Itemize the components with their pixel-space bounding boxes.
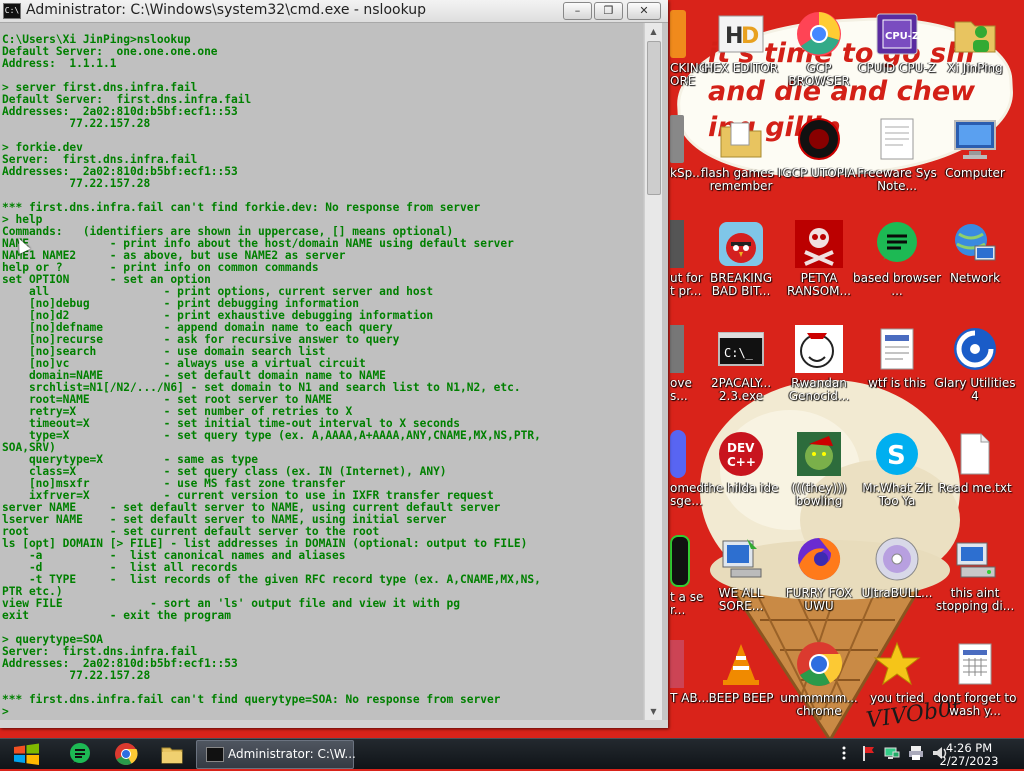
skype-icon: S — [873, 430, 921, 478]
windows-logo-icon — [14, 743, 39, 765]
desktop-icon-network[interactable]: Network — [930, 212, 1020, 308]
devcpp-icon: DEV C++ — [717, 430, 765, 478]
clock-time[interactable]: 4:26 PM — [928, 741, 1010, 755]
desktop-icon-wtf-is-this[interactable]: wtf is this — [852, 317, 942, 413]
chromium-browser-icon — [795, 10, 843, 58]
network-icon — [951, 220, 999, 268]
window-bottom-border — [0, 720, 668, 728]
start-button[interactable] — [8, 741, 44, 767]
desktop-icon-gcp-browser[interactable]: GCP BROWSER — [774, 2, 864, 98]
partial-app-icon — [670, 115, 684, 163]
vertical-scrollbar[interactable]: ▲ ▼ — [644, 23, 662, 720]
maximize-button[interactable]: ❐ — [594, 2, 623, 20]
desktop-icon-gcp-utopia[interactable]: GCP UTOPIA — [774, 107, 864, 203]
cmd-icon[interactable]: C:\ — [3, 3, 21, 19]
taskbar-cmd-task[interactable]: Administrator: C:\W... — [196, 740, 356, 769]
document-icon — [873, 325, 921, 373]
desktop-icon-freeware-sys-note[interactable]: Freeware Sys Note... — [852, 107, 942, 203]
printer-icon[interactable] — [908, 745, 924, 761]
svg-text:CPU-Z: CPU-Z — [885, 31, 919, 42]
desktop-icon-hex-editor[interactable]: HD HEX EDITOR — [696, 2, 786, 98]
scroll-up-arrow-icon[interactable]: ▲ — [645, 23, 662, 40]
taskbar-green-chat-icon[interactable] — [68, 742, 92, 766]
desktop-icon-petya[interactable]: PETYA RANSOM... — [774, 212, 864, 308]
desktop-icon-xi-jinping[interactable]: Xi JinPing — [930, 2, 1020, 98]
desktop-icon-read-me[interactable]: Read me.txt — [930, 422, 1020, 518]
scroll-down-arrow-icon[interactable]: ▼ — [645, 703, 662, 720]
calendar-document-icon — [951, 640, 999, 688]
green-chat-icon — [873, 220, 921, 268]
desktop-icon-based-browser[interactable]: based browser ... — [852, 212, 942, 308]
scrollbar-thumb[interactable] — [647, 41, 661, 195]
console-exe-icon: C:\_ — [717, 325, 765, 373]
taskbar-folder-icon[interactable] — [160, 742, 184, 766]
angry-birds-icon — [717, 220, 765, 268]
cmd-window[interactable]: C:\ Administrator: C:\Windows\system32\c… — [0, 0, 668, 728]
desktop-icon-we-all-sore[interactable]: WE ALL SORE... — [696, 527, 786, 623]
desktop-icon-hilda-ide[interactable]: DEV C++ the hilda ide — [696, 422, 786, 518]
window-titlebar[interactable]: C:\ Administrator: C:\Windows\system32\c… — [0, 0, 668, 23]
cmd-icon — [206, 747, 224, 762]
cd-disc-icon — [873, 535, 921, 583]
utopia-icon — [795, 115, 843, 163]
svg-text:DEV: DEV — [727, 441, 755, 455]
desktop-icon-bowling[interactable]: (((they))) bowling — [774, 422, 864, 518]
flag-icon[interactable] — [860, 745, 876, 761]
desktop-icon-computer[interactable]: Computer — [930, 107, 1020, 203]
console-text: C:\Users\Xi JinPing>nslookup Default Ser… — [2, 33, 541, 718]
folder-icon — [717, 115, 765, 163]
glary-icon — [951, 325, 999, 373]
close-button[interactable]: ✕ — [627, 2, 661, 20]
minimize-button[interactable]: – — [563, 2, 592, 20]
desktop-icon-breaking-bad[interactable]: BREAKING BAD BIT... — [696, 212, 786, 308]
grinch-icon — [795, 430, 843, 478]
partial-app-icon — [670, 220, 684, 268]
desktop-icon-glary-utilities[interactable]: Glary Utilities 4 — [930, 317, 1020, 413]
vlc-cone-icon — [717, 640, 765, 688]
network-tray-icon[interactable] — [884, 745, 900, 761]
partial-app-icon — [670, 640, 684, 688]
gold-star-icon — [873, 640, 921, 688]
clock-date[interactable]: 2/27/2023 — [928, 754, 1010, 768]
network-drive-icon — [951, 535, 999, 583]
cpuz-icon: CPU-Z — [873, 10, 921, 58]
skull-icon — [795, 220, 843, 268]
computer-icon — [951, 115, 999, 163]
partial-orange-icon — [670, 10, 686, 58]
blank-document-icon — [951, 430, 999, 478]
show-hidden-icon[interactable] — [836, 745, 852, 761]
console-output[interactable]: C:\Users\Xi JinPing>nslookup Default Ser… — [0, 23, 643, 720]
desktop-icon-mr-what[interactable]: S Mr.What Zit Too Ya — [852, 422, 942, 518]
taskbar: Administrator: C:\W... 4:26 PM 2/27/2023 — [0, 738, 1024, 769]
desktop-icon-chrome[interactable]: ummmmm... chrome — [774, 632, 864, 728]
desktop-icon-cpuz[interactable]: CPU-Z CPUID CPU-Z — [852, 2, 942, 98]
desktop-icon-this-aint-stopping[interactable]: this aint stopping di... — [930, 527, 1020, 623]
meme-face-icon — [795, 325, 843, 373]
desktop-icon-flash-games[interactable]: flash games I remember — [696, 107, 786, 203]
desktop-icon-rwandan[interactable]: Rwandan Genocid... — [774, 317, 864, 413]
partial-app-icon — [670, 535, 690, 587]
desktop-icon-dont-forget[interactable]: dont forget to wash y... — [930, 632, 1020, 728]
user-folder-icon — [951, 10, 999, 58]
svg-text:S: S — [887, 441, 906, 471]
desktop-icon-ultrabull[interactable]: UltraBULL... — [852, 527, 942, 623]
desktop-icon-furry-fox[interactable]: FURRY FOX UWU — [774, 527, 864, 623]
window-title: Administrator: C:\Windows\system32\cmd.e… — [26, 2, 427, 18]
desktop-icon-2pacaly[interactable]: C:\_ 2PACALY... 2.3.exe — [696, 317, 786, 413]
desktop-icon-beep-beep[interactable]: BEEP BEEP — [696, 632, 786, 728]
chrome-icon — [795, 640, 843, 688]
svg-text:C:\_: C:\_ — [724, 346, 754, 360]
taskbar-chrome-icon[interactable] — [114, 742, 138, 766]
discord-icon — [670, 430, 686, 478]
firefox-icon — [795, 535, 843, 583]
desktop-icon-you-tried[interactable]: you tried — [852, 632, 942, 728]
svg-text:D: D — [741, 24, 759, 49]
partial-app-icon — [670, 325, 684, 373]
svg-text:C++: C++ — [727, 455, 756, 469]
hxd-icon: HD — [717, 10, 765, 58]
taskbar-task-label: Administrator: C:\W... — [228, 747, 356, 761]
text-document-icon — [873, 115, 921, 163]
pc-setup-icon — [717, 535, 765, 583]
